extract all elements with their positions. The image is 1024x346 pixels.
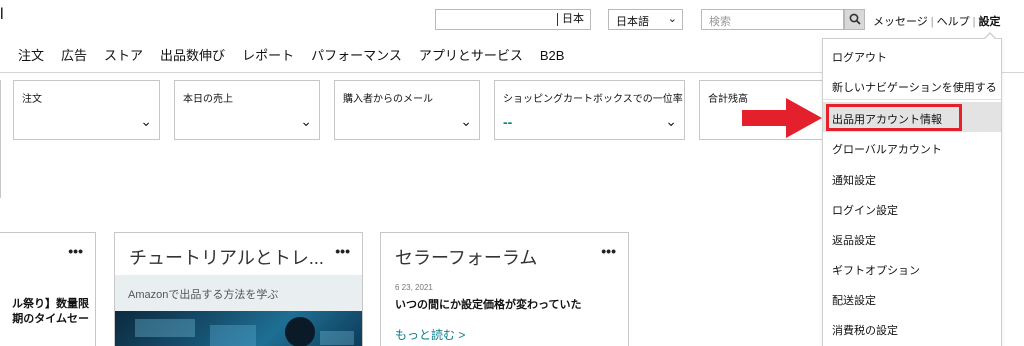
widget-value: -- xyxy=(503,114,513,130)
widget-title: 購入者からのメール xyxy=(343,94,433,105)
news-card: ••• ル祭り】数量限 期のタイムセー xyxy=(0,232,96,346)
widget-fragment xyxy=(0,140,1,198)
tutorial-card: チュートリアルとトレ... ••• Amazonで出品する方法を学ぶ xyxy=(114,232,363,346)
widget-fragment xyxy=(0,80,1,140)
more-options-icon[interactable]: ••• xyxy=(601,244,616,258)
settings-dropdown: ログアウト 新しいナビゲーションを使用する 出品用アカウント情報 グローバルアカ… xyxy=(822,32,1002,346)
more-options-icon[interactable]: ••• xyxy=(68,244,83,258)
menu-item-shipping[interactable]: 配送設定 xyxy=(823,283,1001,313)
chevron-down-icon[interactable]: ⌄ xyxy=(665,113,677,130)
menu-item-gift-options[interactable]: ギフトオプション xyxy=(823,253,1001,283)
header-links: メッセージ | ヘルプ | 設定 xyxy=(873,13,1001,29)
widget-title: ショッピングカートボックスでの一位率 xyxy=(503,94,683,105)
search-placeholder: 検索 xyxy=(709,16,731,28)
card-subtitle[interactable]: Amazonで出品する方法を学ぶ xyxy=(128,286,278,302)
nav-item-growth[interactable]: 出品数伸び xyxy=(160,48,225,63)
marketplace-label: 日本 xyxy=(557,13,584,26)
card-title: チュートリアルとトレ... xyxy=(129,248,324,268)
nav-item-performance[interactable]: パフォーマンス xyxy=(311,48,402,63)
widget-orders[interactable]: 注文 ⌄ xyxy=(13,80,160,140)
nav-item-reports[interactable]: レポート xyxy=(242,48,294,63)
menu-item-tax[interactable]: 消費税の設定 xyxy=(823,313,1001,343)
menu-item-notifications[interactable]: 通知設定 xyxy=(823,163,1001,193)
nav-item-advertising[interactable]: 広告 xyxy=(61,48,87,63)
search-button[interactable] xyxy=(844,9,865,30)
chevron-down-icon[interactable]: ⌄ xyxy=(300,113,312,130)
annotation-highlight-box xyxy=(826,104,962,131)
menu-item-logout[interactable]: ログアウト xyxy=(823,40,1001,70)
read-more-link[interactable]: もっと読む > xyxy=(395,326,465,343)
menu-item-global-account[interactable]: グローバルアカウント xyxy=(823,132,1001,162)
language-select[interactable]: 日本語 ⌄ xyxy=(608,9,683,30)
post-date: 6 23, 2021 xyxy=(395,283,433,292)
nav-item-apps-services[interactable]: アプリとサービス xyxy=(419,48,523,63)
annotation-arrow-icon xyxy=(742,98,822,138)
widget-title: 注文 xyxy=(22,94,42,105)
nav-item-stores[interactable]: ストア xyxy=(104,48,143,63)
seller-forum-card: セラーフォーラム ••• 6 23, 2021 いつの間にか設定価格が変わってい… xyxy=(380,232,629,346)
help-link[interactable]: ヘルプ xyxy=(937,13,970,29)
language-value: 日本語 xyxy=(616,16,649,28)
chevron-down-icon[interactable]: ⌄ xyxy=(460,113,472,130)
tutorial-image[interactable] xyxy=(115,311,362,346)
widget-sales-today[interactable]: 本日の売上 ⌄ xyxy=(174,80,320,140)
menu-item-login-settings[interactable]: ログイン設定 xyxy=(823,193,1001,223)
logo-fragment: l xyxy=(0,6,4,23)
card-title: セラーフォーラム xyxy=(395,248,538,268)
news-line[interactable]: 期のタイムセー xyxy=(12,312,89,327)
main-nav: 注文 広告 ストア 出品数伸び レポート パフォーマンス アプリとサービス B2B xyxy=(18,45,581,64)
marketplace-switcher[interactable]: 日本 xyxy=(435,9,591,30)
search-icon xyxy=(849,13,861,25)
news-text: ル祭り】数量限 期のタイムセー xyxy=(12,297,89,327)
menu-item-account-info[interactable]: 出品用アカウント情報 xyxy=(823,102,1001,132)
news-line[interactable]: ル祭り】数量限 xyxy=(12,297,89,312)
post-title[interactable]: いつの間にか設定価格が変わっていた xyxy=(395,296,581,312)
nav-item-orders[interactable]: 注文 xyxy=(18,48,44,63)
chevron-down-icon[interactable]: ⌄ xyxy=(140,113,152,130)
settings-link[interactable]: 設定 xyxy=(979,13,1001,29)
messages-link[interactable]: メッセージ xyxy=(873,13,928,29)
search-input[interactable]: 検索 xyxy=(701,9,844,30)
widget-title: 本日の売上 xyxy=(183,94,233,105)
link-separator: | xyxy=(930,16,934,28)
chevron-down-icon: ⌄ xyxy=(667,13,677,25)
widget-buybox-rate[interactable]: ショッピングカートボックスでの一位率 -- ⌄ xyxy=(494,80,685,140)
nav-item-b2b[interactable]: B2B xyxy=(540,48,565,63)
link-separator: | xyxy=(972,16,976,28)
widget-buyer-messages[interactable]: 購入者からのメール ⌄ xyxy=(334,80,480,140)
more-options-icon[interactable]: ••• xyxy=(335,244,350,258)
menu-item-returns[interactable]: 返品設定 xyxy=(823,223,1001,253)
menu-item-new-navigation[interactable]: 新しいナビゲーションを使用する xyxy=(823,70,1001,100)
